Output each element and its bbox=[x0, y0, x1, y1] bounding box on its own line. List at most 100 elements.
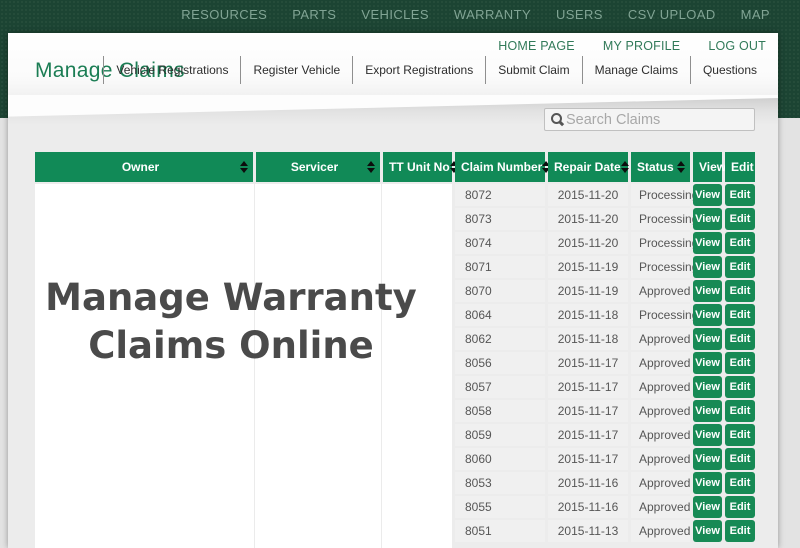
edit-button[interactable]: Edit bbox=[725, 304, 755, 326]
edit-button[interactable]: Edit bbox=[725, 184, 755, 206]
view-cell: View bbox=[693, 376, 722, 398]
repair-date-cell: 2015-11-19 bbox=[548, 280, 628, 302]
edit-button[interactable]: Edit bbox=[725, 256, 755, 278]
repair-date-cell: 2015-11-16 bbox=[548, 496, 628, 518]
subnav-item-label: Submit Claim bbox=[498, 63, 570, 77]
sort-icon bbox=[367, 161, 375, 173]
edit-button[interactable]: Edit bbox=[725, 424, 755, 446]
edit-button[interactable]: Edit bbox=[725, 328, 755, 350]
column-header-view: View bbox=[693, 152, 726, 182]
claim-number-cell: 8051 bbox=[455, 520, 545, 542]
view-button[interactable]: View bbox=[693, 304, 722, 326]
view-button[interactable]: View bbox=[693, 328, 722, 350]
edit-button[interactable]: Edit bbox=[725, 520, 755, 542]
topnav-item[interactable]: WARRANTY bbox=[454, 7, 531, 22]
view-cell: View bbox=[693, 496, 722, 518]
topnav-item[interactable]: PARTS bbox=[292, 7, 336, 22]
view-button[interactable]: View bbox=[693, 208, 722, 230]
column-header-tt-unit-no[interactable]: TT Unit No bbox=[383, 152, 458, 182]
subnav-item[interactable]: Vehicle Registrations bbox=[102, 55, 239, 85]
user-links-bar: HOME PAGE MY PROFILE LOG OUT bbox=[498, 39, 766, 53]
topnav-item[interactable]: VEHICLES bbox=[361, 7, 429, 22]
claim-number-cell: 8070 bbox=[455, 280, 545, 302]
claim-number-cell: 8073 bbox=[455, 208, 545, 230]
topnav-item[interactable]: USERS bbox=[556, 7, 603, 22]
view-button[interactable]: View bbox=[693, 232, 722, 254]
view-cell: View bbox=[693, 328, 722, 350]
subnav-item[interactable]: Register Vehicle bbox=[239, 55, 351, 85]
column-header-status[interactable]: Status bbox=[631, 152, 690, 182]
search-input[interactable] bbox=[566, 111, 748, 128]
column-header-owner[interactable]: Owner bbox=[35, 152, 253, 182]
view-cell: View bbox=[693, 448, 722, 470]
edit-cell: Edit bbox=[725, 496, 755, 518]
topnav-item[interactable]: CSV UPLOAD bbox=[628, 7, 716, 22]
subnav-item[interactable]: Export Registrations bbox=[351, 55, 484, 85]
view-button[interactable]: View bbox=[693, 400, 722, 422]
user-link[interactable]: LOG OUT bbox=[708, 39, 766, 53]
edit-button[interactable]: Edit bbox=[725, 400, 755, 422]
user-link[interactable]: MY PROFILE bbox=[603, 39, 680, 53]
edit-button[interactable]: Edit bbox=[725, 232, 755, 254]
subnav-item-label: Register Vehicle bbox=[253, 63, 341, 77]
edit-cell: Edit bbox=[725, 184, 755, 206]
view-cell: View bbox=[693, 232, 722, 254]
view-button[interactable]: View bbox=[693, 496, 722, 518]
edit-button[interactable]: Edit bbox=[725, 472, 755, 494]
claim-number-cell: 8074 bbox=[455, 232, 545, 254]
edit-button[interactable]: Edit bbox=[725, 208, 755, 230]
view-cell: View bbox=[693, 256, 722, 278]
view-button[interactable]: View bbox=[693, 256, 722, 278]
edit-cell: Edit bbox=[725, 520, 755, 542]
view-button[interactable]: View bbox=[693, 184, 722, 206]
view-cell: View bbox=[693, 352, 722, 374]
view-button[interactable]: View bbox=[693, 280, 722, 302]
edit-button[interactable]: Edit bbox=[725, 280, 755, 302]
subnav-item[interactable]: Questions bbox=[689, 55, 768, 85]
table-body: Manage Warranty Claims Online 8072 2015-… bbox=[35, 184, 755, 548]
view-button[interactable]: View bbox=[693, 376, 722, 398]
subnav-item[interactable]: Submit Claim bbox=[484, 55, 580, 85]
user-link[interactable]: HOME PAGE bbox=[498, 39, 575, 53]
sort-icon bbox=[677, 161, 685, 173]
view-cell: View bbox=[693, 304, 722, 326]
claim-number-cell: 8062 bbox=[455, 328, 545, 350]
column-header-repair-date[interactable]: Repair Date bbox=[548, 152, 629, 182]
repair-date-cell: 2015-11-18 bbox=[548, 304, 628, 326]
repair-date-cell: 2015-11-17 bbox=[548, 376, 628, 398]
search-icon bbox=[551, 113, 564, 126]
edit-cell: Edit bbox=[725, 352, 755, 374]
column-header-edit: Edit bbox=[725, 152, 755, 182]
subnav-item[interactable]: Manage Claims bbox=[581, 55, 689, 85]
topnav-item[interactable]: MAP bbox=[741, 7, 770, 22]
claim-number-cell: 8056 bbox=[455, 352, 545, 374]
view-button[interactable]: View bbox=[693, 472, 722, 494]
edit-button[interactable]: Edit bbox=[725, 376, 755, 398]
status-cell: Approved bbox=[631, 400, 690, 422]
repair-date-cell: 2015-11-17 bbox=[548, 424, 628, 446]
repair-date-cell: 2015-11-20 bbox=[548, 184, 628, 206]
claim-number-cell: 8071 bbox=[455, 256, 545, 278]
topnav-item[interactable]: RESOURCES bbox=[181, 7, 267, 22]
claim-number-cell: 8057 bbox=[455, 376, 545, 398]
watermark-text: Manage Warranty Claims Online bbox=[35, 274, 427, 370]
edit-cell: Edit bbox=[725, 424, 755, 446]
repair-date-cell: 2015-11-17 bbox=[548, 352, 628, 374]
edit-button[interactable]: Edit bbox=[725, 352, 755, 374]
edit-button[interactable]: Edit bbox=[725, 496, 755, 518]
edit-button[interactable]: Edit bbox=[725, 448, 755, 470]
subnav-item-label: Questions bbox=[702, 63, 757, 77]
status-cell: Processing bbox=[631, 184, 698, 206]
table-header-row: Owner Servicer TT Unit No Claim Number R… bbox=[35, 152, 755, 182]
status-cell: Approved bbox=[631, 520, 690, 542]
subnav-divider bbox=[485, 56, 487, 84]
view-button[interactable]: View bbox=[693, 352, 722, 374]
edit-cell: Edit bbox=[725, 256, 755, 278]
view-button[interactable]: View bbox=[693, 424, 722, 446]
column-header-servicer[interactable]: Servicer bbox=[256, 152, 380, 182]
view-button[interactable]: View bbox=[693, 448, 722, 470]
view-button[interactable]: View bbox=[693, 520, 722, 542]
column-header-claim-number[interactable]: Claim Number bbox=[455, 152, 551, 182]
status-cell: Approved bbox=[631, 472, 690, 494]
watermark-line-2: Claims Online bbox=[88, 324, 374, 368]
